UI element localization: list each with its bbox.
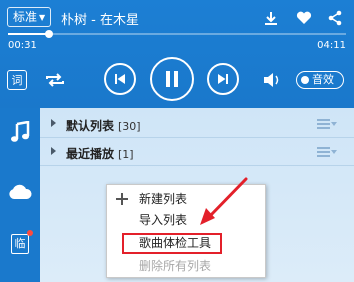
- context-menu: 新建列表 导入列表 歌曲体检工具 删除所有列表: [106, 184, 266, 278]
- time-total: 04:11: [317, 40, 346, 51]
- time-current: 00:31: [8, 40, 37, 51]
- playlist-group[interactable]: 最近播放 [1]: [40, 138, 354, 166]
- playlist-name: 最近播放 [1]: [66, 145, 134, 162]
- sidebar-item-music[interactable]: [0, 112, 40, 152]
- quality-dropdown[interactable]: 标准 ▼: [7, 7, 52, 27]
- progress-knob[interactable]: [44, 30, 53, 38]
- expand-arrow-icon[interactable]: [51, 147, 56, 155]
- menu-item-label: 导入列表: [139, 213, 188, 227]
- sound-effect-label: 音效: [312, 73, 334, 86]
- player-header: 标准 ▼ 朴树 - 在木星 00:31 04:11 词 音效: [0, 0, 354, 108]
- quality-label: 标准: [13, 10, 38, 24]
- playlist-name: 默认列表 [30]: [66, 117, 141, 134]
- lyric-button-label: 词: [11, 74, 23, 87]
- sidebar: 临: [0, 108, 40, 282]
- temp-list-icon: 临: [11, 230, 33, 254]
- menu-item-label: 新建列表: [139, 192, 188, 206]
- sidebar-item-cloud[interactable]: [0, 172, 40, 212]
- previous-icon: [115, 74, 125, 84]
- playlist-count: [30]: [118, 120, 141, 133]
- menu-item-new-list[interactable]: 新建列表: [107, 189, 265, 209]
- next-icon: [218, 74, 228, 84]
- share-icon[interactable]: [326, 9, 344, 27]
- playlist-name-text: 最近播放: [66, 147, 115, 161]
- cloud-icon: [9, 184, 32, 199]
- chevron-down-icon[interactable]: [331, 122, 337, 126]
- progress-fill: [8, 33, 49, 35]
- temp-list-label: 临: [14, 237, 26, 250]
- playlist-count: [1]: [118, 148, 134, 161]
- sidebar-item-temp[interactable]: 临: [0, 224, 40, 264]
- pause-icon: [166, 71, 178, 87]
- sound-effect-toggle[interactable]: 音效: [296, 71, 344, 89]
- notification-dot: [27, 230, 33, 236]
- heart-icon[interactable]: [295, 9, 313, 27]
- menu-item-delete-all-lists: 删除所有列表: [107, 256, 265, 276]
- play-pause-button[interactable]: [150, 57, 194, 101]
- menu-item-import-list[interactable]: 导入列表: [107, 210, 265, 230]
- volume-icon[interactable]: [262, 70, 284, 90]
- annotation-highlight-box: [122, 233, 222, 254]
- list-menu-icon[interactable]: [317, 147, 330, 159]
- song-title: 朴树 - 在木星: [61, 13, 139, 28]
- playlist-name-text: 默认列表: [66, 119, 115, 133]
- chevron-down-icon: ▼: [39, 13, 46, 22]
- previous-button[interactable]: [104, 63, 136, 95]
- plus-icon: [116, 193, 128, 205]
- toggle-dot: [301, 76, 309, 84]
- repeat-icon[interactable]: [44, 70, 66, 90]
- chevron-down-icon[interactable]: [331, 150, 337, 154]
- progress-bar[interactable]: [8, 33, 346, 35]
- list-menu-icon[interactable]: [317, 119, 330, 131]
- music-note-icon: [11, 121, 30, 142]
- next-button[interactable]: [207, 63, 239, 95]
- lyric-button[interactable]: 词: [7, 70, 27, 90]
- expand-arrow-icon[interactable]: [51, 119, 56, 127]
- menu-item-label: 删除所有列表: [139, 259, 212, 273]
- playlist-group[interactable]: 默认列表 [30]: [40, 110, 354, 138]
- download-icon[interactable]: [262, 9, 280, 27]
